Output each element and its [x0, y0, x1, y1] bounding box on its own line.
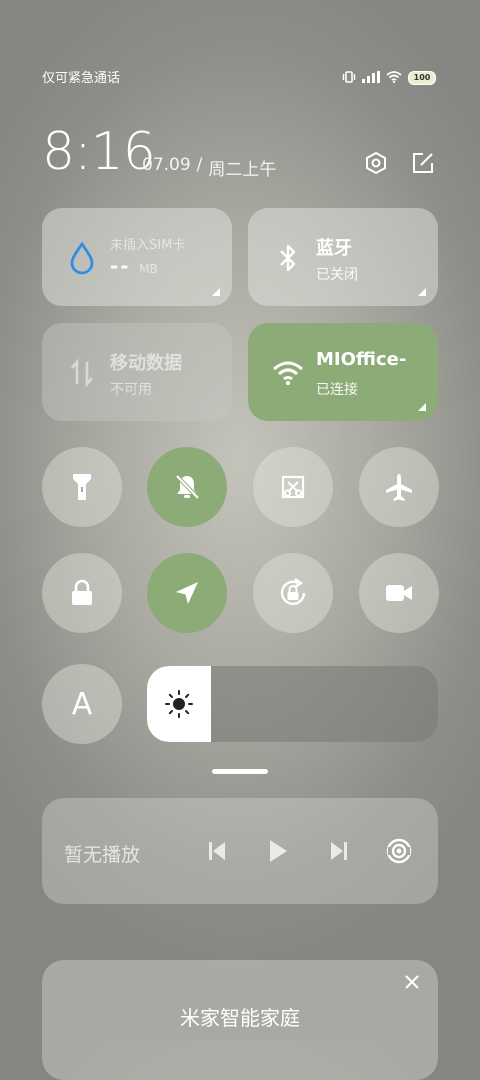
data-usage-tile[interactable]: 未插入SIM卡 -- MB — [42, 208, 232, 306]
bluetooth-icon — [272, 242, 304, 274]
brightness-level[interactable] — [147, 666, 212, 742]
data-usage-value: -- — [110, 254, 131, 278]
signal-icon — [362, 68, 380, 87]
data-usage-amount: -- MB — [110, 254, 158, 278]
screenshot-toggle[interactable] — [253, 447, 333, 527]
rotation-lock-toggle[interactable] — [253, 553, 333, 633]
close-icon — [405, 975, 419, 989]
close-button[interactable] — [402, 972, 422, 992]
brightness-slider[interactable] — [147, 666, 438, 742]
location-arrow-icon — [176, 582, 198, 604]
drag-handle[interactable] — [212, 769, 268, 774]
date-text: 07.09 — [142, 155, 191, 175]
data-transfer-icon — [66, 357, 98, 389]
gear-icon — [366, 151, 386, 175]
expand-corner-icon[interactable] — [212, 288, 220, 296]
edit-icon — [413, 153, 433, 173]
mute-toggle[interactable] — [147, 447, 227, 527]
carrier-status: 仅可紧急通话 — [42, 71, 121, 86]
media-status: 暂无播放 — [64, 844, 141, 866]
lock-icon — [72, 579, 92, 605]
settings-button[interactable] — [363, 150, 389, 176]
screenshot-icon — [281, 475, 305, 499]
vibrate-icon — [342, 68, 356, 87]
data-usage-unit: MB — [139, 262, 158, 276]
rotation-lock-icon — [280, 578, 306, 605]
auto-brightness-label: A — [71, 686, 93, 722]
clock-time[interactable]: 8:16 — [42, 122, 156, 182]
bluetooth-title: 蓝牙 — [316, 238, 352, 259]
wifi-tile[interactable]: MIOffice- 已连接 — [248, 323, 438, 421]
broadcast-icon — [386, 838, 412, 864]
water-drop-icon — [66, 241, 98, 275]
skip-previous-icon — [209, 842, 225, 860]
previous-button[interactable] — [202, 836, 232, 866]
auto-brightness-toggle[interactable]: A — [42, 664, 122, 744]
wifi-network-name: MIOffice- — [316, 349, 407, 370]
flashlight-icon — [73, 474, 91, 500]
skip-next-icon — [331, 842, 347, 860]
media-player-card[interactable]: 暂无播放 — [42, 798, 438, 904]
wifi-icon — [272, 357, 304, 389]
mobile-data-tile[interactable]: 移动数据 不可用 — [42, 323, 232, 421]
edit-button[interactable] — [410, 150, 436, 176]
cast-button[interactable] — [384, 836, 414, 866]
smart-home-card[interactable]: 米家智能家庭 — [42, 960, 438, 1080]
flashlight-toggle[interactable] — [42, 447, 122, 527]
bluetooth-tile[interactable]: 蓝牙 已关闭 — [248, 208, 438, 306]
video-camera-icon — [386, 585, 412, 601]
expand-corner-icon[interactable] — [418, 288, 426, 296]
wifi-status-icon — [386, 68, 402, 87]
status-icons: 100 — [342, 68, 436, 87]
date-display[interactable]: 07.09 / 周二上午 — [142, 155, 276, 180]
mobile-data-title: 移动数据 — [110, 353, 182, 374]
airplane-icon — [386, 474, 412, 501]
next-button[interactable] — [324, 836, 354, 866]
screen-recorder-toggle[interactable] — [359, 553, 439, 633]
wifi-status: 已连接 — [316, 382, 358, 398]
play-button[interactable] — [263, 836, 293, 866]
bluetooth-status: 已关闭 — [316, 267, 358, 283]
sun-icon — [165, 690, 193, 718]
location-toggle[interactable] — [147, 553, 227, 633]
play-icon — [270, 840, 287, 862]
smart-home-title: 米家智能家庭 — [180, 1006, 300, 1030]
data-usage-title: 未插入SIM卡 — [110, 238, 186, 253]
expand-corner-icon[interactable] — [418, 403, 426, 411]
bell-off-icon — [175, 474, 200, 500]
battery-indicator: 100 — [408, 70, 436, 85]
airplane-mode-toggle[interactable] — [359, 447, 439, 527]
date-separator: / — [196, 155, 203, 175]
lock-screen-toggle[interactable] — [42, 553, 122, 633]
weekday-text: 周二上午 — [208, 160, 277, 180]
mobile-data-status: 不可用 — [110, 382, 152, 398]
